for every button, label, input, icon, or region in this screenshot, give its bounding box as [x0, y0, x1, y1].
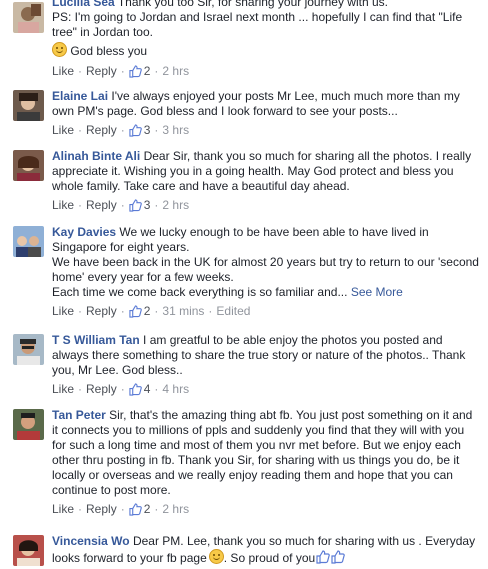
avatar[interactable]: [13, 2, 44, 33]
reply-button[interactable]: Reply: [86, 64, 117, 79]
see-more-link[interactable]: See More: [351, 285, 403, 299]
like-button[interactable]: Like: [52, 304, 74, 319]
avatar[interactable]: [13, 535, 44, 566]
thumbs-up-icon[interactable]: [129, 124, 142, 137]
comment-text: PS: I'm going to Jordan and Israel next …: [52, 10, 463, 39]
reply-button[interactable]: Reply: [86, 198, 117, 213]
like-button[interactable]: Like: [52, 123, 74, 138]
edited-label[interactable]: Edited: [216, 304, 250, 319]
comment-text: Thank you too Sir, for sharing your jour…: [117, 0, 388, 9]
reply-button[interactable]: Reply: [86, 304, 117, 319]
avatar[interactable]: [13, 90, 44, 121]
timestamp[interactable]: 2 hrs: [162, 198, 189, 213]
like-button[interactable]: Like: [52, 382, 74, 397]
thumbs-up-icon[interactable]: [129, 383, 142, 396]
reply-button[interactable]: Reply: [86, 502, 117, 517]
commenter-name[interactable]: Vincensia Wo: [52, 534, 130, 548]
like-count[interactable]: 2: [144, 502, 151, 517]
comment-text: Each time we come back everything is so …: [52, 285, 348, 299]
avatar[interactable]: [13, 226, 44, 257]
comment-text: God bless you: [70, 44, 148, 58]
commenter-name[interactable]: T S William Tan: [52, 333, 140, 347]
commenter-name[interactable]: Lucilla Sea: [52, 0, 115, 9]
smiling-face-icon: [208, 549, 224, 564]
timestamp[interactable]: 2 hrs: [162, 64, 189, 79]
commenter-name[interactable]: Kay Davies: [52, 225, 116, 239]
like-count[interactable]: 3: [144, 198, 151, 213]
comment-text: Sir, that's the amazing thing abt fb. Yo…: [52, 408, 473, 497]
comment-text: I've always enjoyed your posts Mr Lee, m…: [52, 89, 460, 118]
like-count[interactable]: 2: [144, 64, 151, 79]
like-button[interactable]: Like: [52, 502, 74, 517]
smiling-face-icon: [52, 42, 67, 57]
avatar[interactable]: [13, 409, 44, 440]
thumbs-up-icon[interactable]: [129, 503, 142, 516]
like-button[interactable]: Like: [52, 64, 74, 79]
reply-button[interactable]: Reply: [86, 382, 117, 397]
avatar[interactable]: [13, 334, 44, 365]
thumbs-up-icon[interactable]: [129, 65, 142, 78]
timestamp[interactable]: 2 hrs: [162, 502, 189, 517]
commenter-name[interactable]: Alinah Binte Ali: [52, 149, 140, 163]
thumbs-up-icon[interactable]: [129, 199, 142, 212]
comment-text: . So proud of you: [223, 551, 316, 565]
reply-button[interactable]: Reply: [86, 123, 117, 138]
timestamp[interactable]: 4 hrs: [162, 382, 189, 397]
like-count[interactable]: 2: [144, 304, 151, 319]
comment-list: Lucilla Sea Thank you too Sir, for shari…: [0, 0, 488, 569]
like-count[interactable]: 4: [144, 382, 151, 397]
thumbs-up-icon: [331, 550, 345, 564]
timestamp[interactable]: 31 mins: [162, 304, 204, 319]
thumbs-up-icon[interactable]: [129, 305, 142, 318]
comment-text: We have been back in the UK for almost 2…: [52, 255, 479, 284]
thumbs-up-icon: [316, 550, 330, 564]
like-button[interactable]: Like: [52, 198, 74, 213]
commenter-name[interactable]: Tan Peter: [52, 408, 106, 422]
timestamp[interactable]: 3 hrs: [162, 123, 189, 138]
avatar[interactable]: [13, 150, 44, 181]
like-count[interactable]: 3: [144, 123, 151, 138]
commenter-name[interactable]: Elaine Lai: [52, 89, 108, 103]
